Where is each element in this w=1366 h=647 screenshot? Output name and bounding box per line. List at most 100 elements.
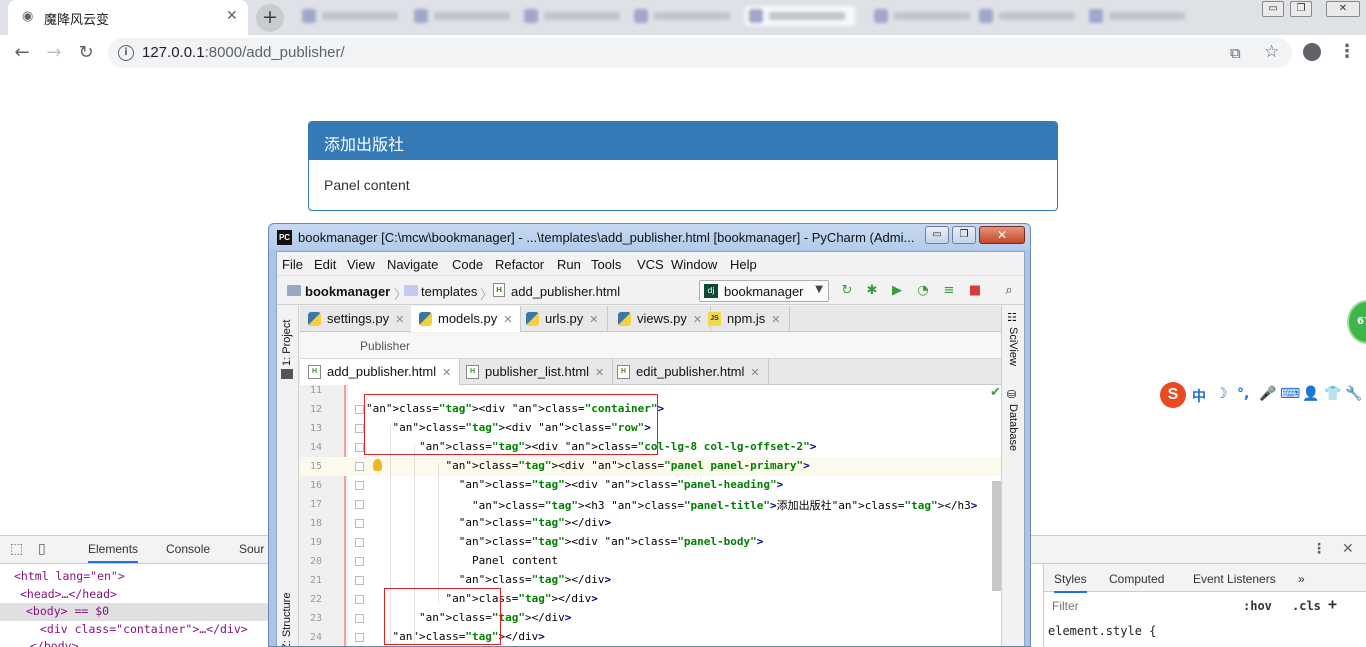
hov-toggle[interactable]: :hov [1243, 599, 1272, 613]
background-tab[interactable] [520, 6, 630, 26]
tab-elements[interactable]: Elements [88, 542, 139, 563]
fold-marker-icon[interactable] [355, 538, 364, 547]
editor-tab[interactable]: urls.py ✕ [518, 306, 608, 332]
pycharm-minimize-button[interactable]: ▭ [925, 226, 949, 244]
run-config-select[interactable]: dj bookmanager ▼ [699, 280, 829, 302]
address-bar[interactable]: i 127.0.0.1:8000/add_publisher/ ⧉ ☆ [108, 38, 1292, 68]
fold-marker-icon[interactable] [355, 633, 364, 642]
fold-marker-icon[interactable] [355, 500, 364, 509]
dom-node[interactable]: <div class="container">…</div> [0, 621, 270, 639]
menu-code[interactable]: Code [452, 257, 483, 272]
devtools-menu-icon[interactable]: ⋮ [1312, 541, 1326, 557]
ime-user-icon[interactable]: 👤 [1302, 386, 1319, 402]
tab-console[interactable]: Console [166, 542, 210, 556]
url-text[interactable]: 127.0.0.1:8000/add_publisher/ [142, 44, 345, 61]
dom-node[interactable]: <html lang="en"> [0, 568, 270, 586]
editor-tab[interactable]: Hedit_publisher.html ✕ [609, 359, 769, 385]
editor-scrollbar[interactable] [992, 481, 1001, 591]
restore-window-button[interactable]: ❐ [1290, 1, 1312, 17]
tab-sources[interactable]: Sour [239, 542, 264, 556]
background-tab[interactable] [1085, 6, 1195, 26]
tab-event-listeners[interactable]: Event Listeners [1193, 572, 1276, 586]
background-tab[interactable] [870, 6, 980, 26]
database-tool-button[interactable]: Database [1007, 404, 1019, 451]
code-line[interactable]: 18 "an">class="tag"></div> [300, 514, 1001, 533]
editor-tab[interactable]: JS npm.js ✕ [700, 306, 790, 332]
minimize-window-button[interactable]: ▭ [1262, 1, 1284, 17]
tab-close-icon[interactable]: ✕ [226, 8, 238, 24]
background-tab[interactable] [975, 6, 1085, 26]
info-icon[interactable]: i [118, 45, 134, 61]
close-tab-icon[interactable]: ✕ [442, 367, 451, 379]
fold-marker-icon[interactable] [355, 557, 364, 566]
sogou-logo-icon[interactable]: S [1160, 382, 1186, 408]
fold-marker-icon[interactable] [355, 576, 364, 585]
menu-tools[interactable]: Tools [591, 257, 621, 272]
ime-tools-icon[interactable]: 🔧 [1345, 386, 1362, 402]
fold-marker-icon[interactable] [355, 405, 364, 414]
editor-tab-active[interactable]: Hadd_publisher.html ✕ [300, 359, 461, 385]
inspect-element-icon[interactable]: ⬚ [10, 541, 23, 557]
code-line[interactable]: 19 "an">class="tag"><div "an">class="pan… [300, 533, 1001, 552]
status-badge[interactable]: 67 [1347, 300, 1366, 344]
tab-styles[interactable]: Styles [1054, 572, 1087, 593]
more-tabs-icon[interactable]: » [1298, 572, 1305, 586]
menu-file[interactable]: File [282, 257, 303, 272]
element-style-rule[interactable]: element.style { [1048, 624, 1156, 638]
forward-arrow-icon[interactable]: → [42, 41, 66, 65]
ime-chinese-mode[interactable]: 中 [1192, 386, 1206, 406]
fold-marker-icon[interactable] [355, 614, 364, 623]
code-line[interactable]: 16 "an">class="tag"><div "an">class="pan… [300, 476, 1001, 495]
translate-icon[interactable]: ⧉ [1230, 44, 1241, 62]
menu-run[interactable]: Run [557, 257, 581, 272]
close-tab-icon[interactable]: ✕ [595, 367, 604, 379]
code-editor[interactable]: 11 12 "an">class="tag"><div "an">class="co… [300, 385, 1001, 646]
close-tab-icon[interactable]: ✕ [589, 314, 598, 326]
profile-avatar-icon[interactable] [1303, 43, 1321, 61]
cls-toggle[interactable]: .cls [1292, 599, 1321, 613]
back-arrow-icon[interactable]: ← [10, 41, 34, 65]
project-tool-button[interactable]: 1: Project [281, 320, 293, 366]
new-tab-button[interactable]: + [256, 4, 284, 32]
menu-refactor[interactable]: Refactor [495, 257, 544, 272]
menu-navigate[interactable]: Navigate [387, 257, 438, 272]
fold-marker-icon[interactable] [355, 481, 364, 490]
rerun-icon[interactable]: ↻ [839, 283, 855, 299]
search-icon[interactable]: ⌕ [1001, 283, 1017, 299]
fold-marker-icon[interactable] [355, 462, 364, 471]
stop-icon[interactable]: ■ [967, 283, 983, 299]
ime-keyboard-icon[interactable]: ⌨ [1280, 386, 1300, 402]
debug-icon[interactable]: ✱ [864, 283, 880, 299]
menu-window[interactable]: Window [671, 257, 717, 272]
background-tab[interactable] [745, 6, 855, 26]
code-line[interactable]: 15 "an">class="tag"><div "an">class="pan… [300, 457, 1001, 476]
close-devtools-icon[interactable]: ✕ [1342, 541, 1354, 557]
breadcrumb-folder[interactable]: templates [421, 284, 477, 299]
fold-marker-icon[interactable] [355, 443, 364, 452]
bookmark-star-icon[interactable]: ☆ [1264, 42, 1279, 62]
structure-breadcrumb[interactable]: Publisher [360, 339, 410, 353]
close-tab-icon[interactable]: ✕ [771, 314, 780, 326]
styles-filter-input[interactable] [1048, 596, 1232, 616]
concurrency-icon[interactable]: ≡ [941, 283, 957, 299]
pycharm-close-button[interactable]: ✕ [979, 226, 1025, 244]
browser-menu-icon[interactable]: ⋮ [1338, 41, 1356, 62]
close-tab-icon[interactable]: ✕ [395, 314, 404, 326]
sciview-tool-button[interactable]: SciView [1007, 327, 1019, 366]
ime-skin-icon[interactable]: 👕 [1324, 386, 1341, 402]
coverage-icon[interactable]: ▶ [889, 283, 905, 299]
breadcrumb-project[interactable]: bookmanager [305, 284, 390, 299]
background-tab[interactable] [630, 6, 740, 26]
profile-icon[interactable]: ◔ [915, 283, 931, 299]
close-window-button[interactable]: ✕ [1326, 1, 1360, 17]
fold-marker-icon[interactable] [355, 424, 364, 433]
editor-tab[interactable]: models.py ✕ [411, 306, 522, 332]
ime-microphone-icon[interactable]: 🎤 [1259, 386, 1276, 402]
fold-marker-icon[interactable] [355, 595, 364, 604]
ime-moon-icon[interactable]: ☽ [1215, 386, 1228, 402]
breadcrumb-file[interactable]: add_publisher.html [511, 284, 620, 299]
background-tab[interactable] [298, 6, 408, 26]
editor-tab[interactable]: settings.py ✕ [300, 306, 414, 332]
fold-marker-icon[interactable] [355, 519, 364, 528]
editor-tab[interactable]: Hpublisher_list.html ✕ [458, 359, 614, 385]
